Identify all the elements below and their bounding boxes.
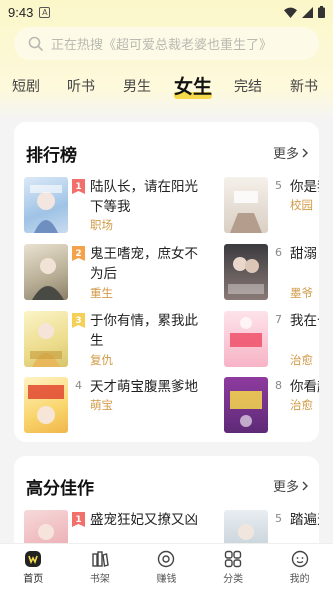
book-cover xyxy=(24,244,68,300)
nav-earn[interactable]: 赚钱 xyxy=(133,544,200,593)
book-tag: 萌宝 xyxy=(90,398,113,412)
book-title: 踏遍天 xyxy=(290,512,319,528)
book-title: 鬼王嗜宠，庶女不为后 xyxy=(90,246,198,282)
chevron-right-icon xyxy=(302,148,308,157)
status-indicators xyxy=(284,6,325,18)
book-title: 于你有情，累我此生 xyxy=(90,313,198,349)
book-title: 陆队长，请在阳光下等我 xyxy=(90,179,198,215)
list-item[interactable]: 8 你看起 治愈 xyxy=(224,377,319,433)
book-title: 甜溺！下跪 xyxy=(290,246,319,262)
book-tag: 校园 xyxy=(290,198,313,212)
rank-badge: 1 xyxy=(72,179,85,194)
cover-art xyxy=(30,185,62,233)
rank-number: 7 xyxy=(275,313,282,326)
list-item[interactable]: 6 甜溺！下跪 墨爷 xyxy=(224,244,319,300)
nav-bookshelf[interactable]: 书架 xyxy=(67,544,134,593)
book-title: 我在七富 xyxy=(290,313,319,329)
nav-earn-label: 赚钱 xyxy=(156,574,177,585)
tab-female-label: 女生 xyxy=(174,76,213,98)
ranking-title: 排行榜 xyxy=(26,146,77,166)
battery-icon xyxy=(318,6,325,18)
highscore-title: 高分佳作 xyxy=(26,479,94,499)
signal-icon xyxy=(302,6,313,18)
home-icon xyxy=(25,551,42,567)
book-tag: 重生 xyxy=(90,286,113,300)
book-cover xyxy=(224,177,268,233)
ranking-more-label: 更多 xyxy=(272,147,299,162)
book-title: 天才萌宝腹黑爹地 xyxy=(90,379,198,395)
cover-art xyxy=(28,385,64,424)
cover-art xyxy=(230,191,262,233)
profile-icon xyxy=(291,550,308,568)
book-tag: 墨爷 xyxy=(290,286,313,300)
nav-bookshelf-label: 书架 xyxy=(89,574,110,585)
category-tabs: 短剧 听书 男生 女生 完结 新书 xyxy=(0,70,333,104)
book-cover xyxy=(24,377,68,433)
cover-art xyxy=(230,317,262,347)
bottom-nav: 首页 书架 赚钱 分类 我的 xyxy=(0,543,333,593)
list-item[interactable]: 4 天才萌宝腹黑爹地 萌宝 8 你看起 治愈 xyxy=(24,377,319,433)
book-tag: 复仇 xyxy=(90,353,113,367)
rank-badge: 2 xyxy=(72,246,85,261)
search-placeholder: 正在热搜《超可爱总裁老婆也重生了》 xyxy=(51,38,273,53)
status-notification-icon: A xyxy=(39,6,51,18)
tab-completed[interactable]: 完结 xyxy=(234,76,262,96)
tab-audiobook[interactable]: 听书 xyxy=(67,76,95,96)
book-cover xyxy=(24,311,68,367)
highscore-more-label: 更多 xyxy=(272,480,299,495)
book-cover xyxy=(224,377,268,433)
list-item[interactable]: 2 鬼王嗜宠，庶女不为后 重生 6 甜溺！下跪 墨爷 xyxy=(24,244,319,300)
cover-art xyxy=(30,323,62,367)
highscore-card: 高分佳作 更多 1 盛宠狂妃又撩又凶 5 踏遍天 xyxy=(14,456,319,556)
bookshelf-icon xyxy=(92,551,109,567)
nav-profile-label: 我的 xyxy=(289,574,310,585)
cover-art xyxy=(230,391,262,427)
rank-badge: 3 xyxy=(72,313,85,328)
rank-number: 5 xyxy=(275,179,282,192)
book-cover xyxy=(224,244,268,300)
book-tag: 治愈 xyxy=(290,353,313,367)
list-item[interactable]: 5 你是我 校园 xyxy=(224,177,319,233)
tab-short-drama[interactable]: 短剧 xyxy=(12,76,40,96)
tab-male[interactable]: 男生 xyxy=(123,76,151,96)
ranking-card: 排行榜 更多 1 陆队长，请在阳光下等我 职场 5 你是我 校园 2 鬼王嗜宠，… xyxy=(14,122,319,442)
wifi-icon xyxy=(284,7,297,18)
nav-category[interactable]: 分类 xyxy=(200,544,267,593)
nav-home[interactable]: 首页 xyxy=(0,544,67,593)
list-item[interactable]: 7 我在七富 治愈 xyxy=(224,311,319,367)
cover-art xyxy=(32,258,64,300)
nav-profile[interactable]: 我的 xyxy=(266,544,333,593)
category-icon xyxy=(224,550,242,568)
nav-home-label: 首页 xyxy=(23,574,44,585)
rank-number: 6 xyxy=(275,246,282,259)
rank-number: 5 xyxy=(275,512,282,525)
nav-category-label: 分类 xyxy=(223,574,244,585)
rank-number: 8 xyxy=(275,379,282,392)
search-icon xyxy=(28,36,43,51)
book-tag: 职场 xyxy=(90,218,113,232)
ranking-more-link[interactable]: 更多 xyxy=(273,143,309,162)
status-bar: 9:43 A xyxy=(0,0,333,24)
chevron-right-icon xyxy=(302,481,308,490)
list-item[interactable]: 3 于你有情，累我此生 复仇 7 我在七富 治愈 xyxy=(24,311,319,367)
highscore-more-link[interactable]: 更多 xyxy=(273,476,309,495)
cover-art xyxy=(228,257,264,294)
book-title: 盛宠狂妃又撩又凶 xyxy=(90,512,198,528)
search-bar[interactable]: 正在热搜《超可爱总裁老婆也重生了》 xyxy=(14,27,319,60)
tab-new-books[interactable]: 新书 xyxy=(290,76,318,96)
book-title: 你看起 xyxy=(290,379,319,395)
rank-badge: 1 xyxy=(72,512,85,527)
earn-icon xyxy=(158,550,175,568)
book-cover xyxy=(224,311,268,367)
status-time: 9:43 xyxy=(8,4,34,20)
rank-number: 4 xyxy=(75,379,82,392)
book-title: 你是我 xyxy=(290,179,319,195)
tab-female[interactable]: 女生 xyxy=(174,72,213,99)
book-cover xyxy=(24,177,68,233)
book-tag: 治愈 xyxy=(290,398,313,412)
list-item[interactable]: 1 陆队长，请在阳光下等我 职场 5 你是我 校园 xyxy=(24,177,319,233)
